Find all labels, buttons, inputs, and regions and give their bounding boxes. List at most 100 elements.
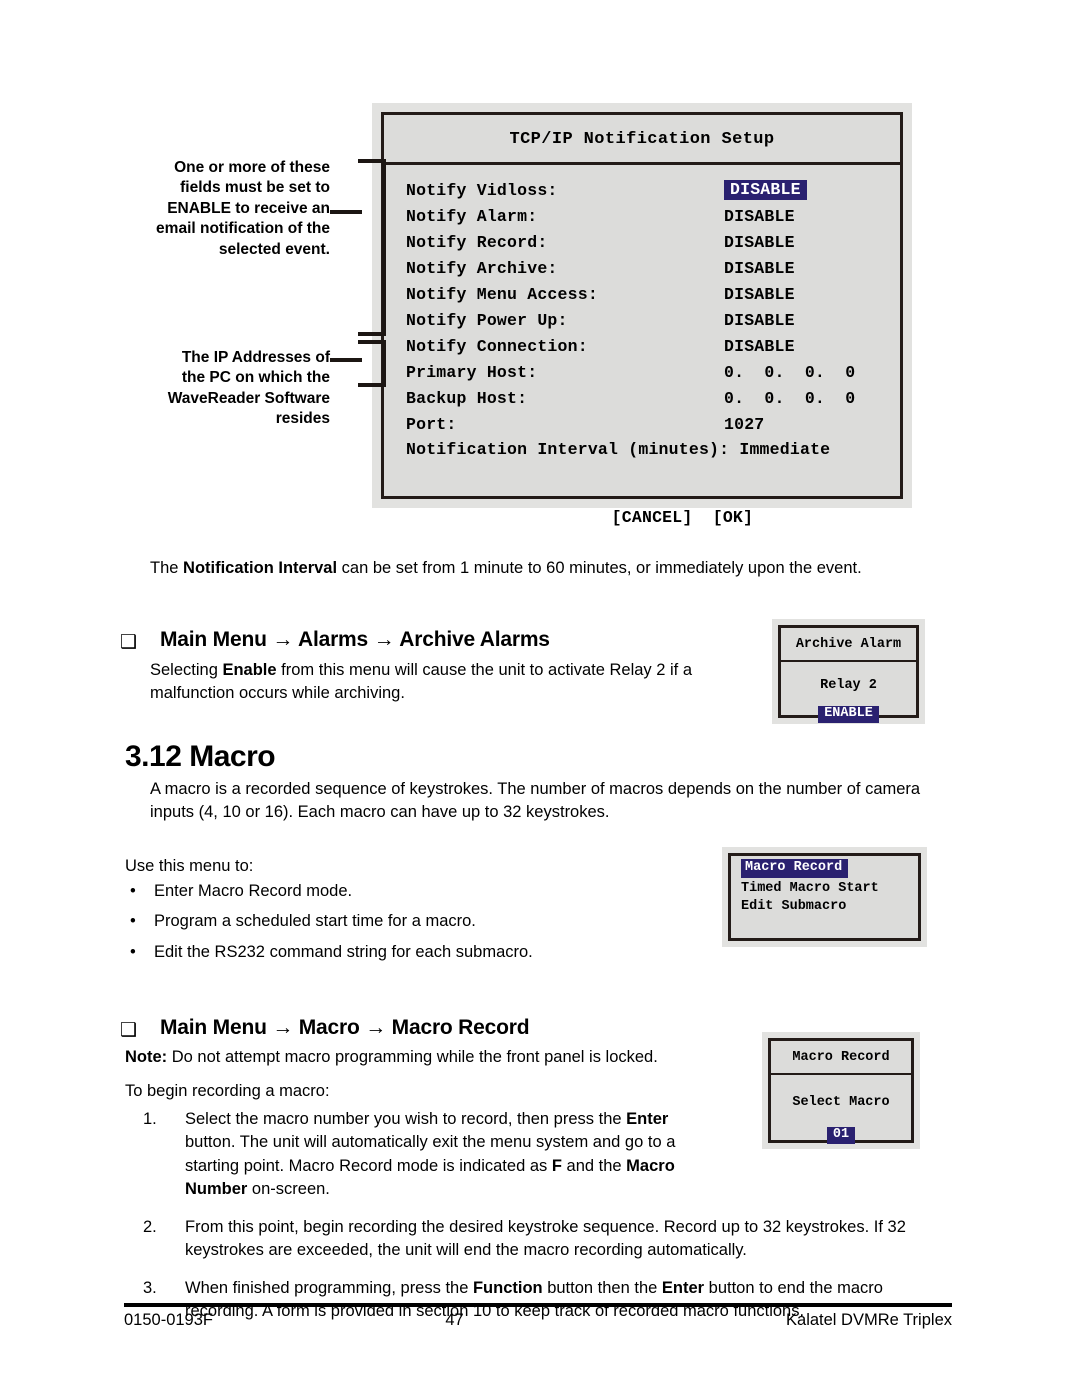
row-value[interactable]: DISABLE bbox=[724, 311, 795, 330]
callout-leader-line-ip bbox=[330, 358, 362, 362]
dialog-inner-frame: Macro Record Select Macro 01 bbox=[768, 1038, 914, 1145]
callout-ip-addresses-note: The IP Addresses of the PC on which the … bbox=[167, 349, 330, 428]
archive-alarm-dialog: Archive Alarm Relay 2 ENABLE bbox=[772, 619, 939, 738]
dialog-title: Archive Alarm bbox=[781, 628, 916, 662]
dialog-button-row: [CANCEL] [OK] bbox=[406, 489, 878, 546]
setting-row-notify-connection[interactable]: Notify Connection: DISABLE bbox=[406, 333, 878, 359]
select-macro-label: Select Macro bbox=[792, 1095, 890, 1110]
dialog-body: Macro Record Timed Macro Start Edit Subm… bbox=[731, 856, 918, 938]
note-label: Note: bbox=[125, 1048, 168, 1066]
value-highlighted[interactable]: ENABLE bbox=[818, 706, 879, 724]
dialog-inner-frame: TCP/IP Notification Setup Notify Vidloss… bbox=[381, 112, 903, 527]
row-label: Notify Archive: bbox=[406, 258, 558, 278]
text-bold-function: Function bbox=[472, 1278, 543, 1297]
text-bold-enter: Enter bbox=[626, 1110, 669, 1128]
text-pre: The bbox=[150, 559, 184, 577]
section-heading-macro: 3.12 Macro bbox=[125, 740, 276, 773]
menu-item-timed-macro-start[interactable]: Timed Macro Start bbox=[731, 881, 918, 896]
row-value[interactable]: DISABLE bbox=[724, 233, 795, 252]
dialog-inner-frame: Archive Alarm Relay 2 ENABLE bbox=[778, 625, 919, 724]
step-text-e: and the bbox=[561, 1156, 627, 1175]
menu-item-label-highlighted[interactable]: Macro Record bbox=[741, 859, 849, 879]
step-number: 3. bbox=[143, 1278, 157, 1297]
list-item: • Edit the RS232 command string for each … bbox=[125, 941, 685, 964]
cancel-button[interactable]: [CANCEL] bbox=[612, 508, 693, 527]
menu-item-macro-record[interactable]: Macro Record bbox=[731, 859, 918, 879]
bullet-icon: • bbox=[130, 882, 136, 900]
setting-row-primary-host[interactable]: Primary Host: 0. 0. 0. 0 bbox=[406, 359, 878, 385]
macro-menu-dialog: Macro Record Timed Macro Start Edit Subm… bbox=[722, 847, 941, 961]
row-label: Notify Connection: bbox=[406, 336, 588, 356]
paragraph-archive-alarms: Selecting Enable from this menu will cau… bbox=[150, 659, 710, 706]
setting-row-notify-vidloss[interactable]: Notify Vidloss: DISABLE bbox=[406, 177, 878, 203]
step-number: 2. bbox=[143, 1217, 157, 1236]
paragraph-notification-interval: The Notification Interval can be set fro… bbox=[150, 557, 940, 580]
list-item-label: Edit the RS232 command string for each s… bbox=[154, 942, 533, 961]
setting-row-notify-record[interactable]: Notify Record: DISABLE bbox=[406, 229, 878, 255]
row-value[interactable]: DISABLE bbox=[724, 259, 795, 278]
footer-product-name: Kalatel DVMRe Triplex bbox=[786, 1311, 952, 1329]
setting-row-notify-menu-access[interactable]: Notify Menu Access: DISABLE bbox=[406, 281, 878, 307]
row-value[interactable]: 0. 0. 0. 0 bbox=[724, 389, 855, 408]
callout-enable-note: One or more of these fields must be set … bbox=[156, 159, 330, 258]
note-text: Do not attempt macro programming while t… bbox=[167, 1048, 658, 1066]
list-item-step-2: 2. From this point, begin recording the d… bbox=[143, 1216, 943, 1263]
row-value[interactable]: DISABLE bbox=[724, 207, 795, 226]
step-text-c: button then the bbox=[542, 1278, 662, 1297]
dialog-inner-frame: Macro Record Timed Macro Start Edit Subm… bbox=[728, 853, 921, 941]
row-label: Notify Menu Access: bbox=[406, 284, 598, 304]
row-value[interactable]: DISABLE bbox=[724, 285, 795, 304]
page-footer: 0150-0193F 47 Kalatel DVMRe Triplex bbox=[124, 1311, 952, 1330]
button-gap bbox=[693, 508, 713, 527]
dialog-title: TCP/IP Notification Setup bbox=[384, 115, 900, 165]
paragraph-use-this-menu: Use this menu to: bbox=[125, 857, 254, 875]
list-item: • Enter Macro Record mode. bbox=[125, 880, 685, 903]
row-label: Notify Record: bbox=[406, 232, 548, 252]
bullet-icon: • bbox=[130, 912, 136, 931]
step-text-g: on-screen. bbox=[247, 1180, 330, 1199]
select-macro-dialog: Macro Record Select Macro 01 bbox=[762, 1032, 934, 1163]
dialog-body: Notify Vidloss: DISABLE Notify Alarm: DI… bbox=[384, 165, 900, 546]
dialog-body: Select Macro 01 bbox=[771, 1075, 911, 1145]
row-label: Notify Vidloss: bbox=[406, 180, 558, 200]
enable-value-row[interactable]: ENABLE bbox=[781, 706, 916, 724]
list-item-label: Enter Macro Record mode. bbox=[154, 882, 353, 900]
list-item: • Program a scheduled start time for a ma… bbox=[125, 910, 685, 933]
ok-button[interactable]: [OK] bbox=[713, 508, 753, 527]
row-label: Notify Alarm: bbox=[406, 206, 538, 226]
setting-row-notification-interval[interactable]: Notification Interval (minutes): Immedia… bbox=[406, 437, 878, 463]
heading-text: Main Menu → Alarms → Archive Alarms bbox=[160, 628, 550, 651]
tcpip-notification-setup-dialog: TCP/IP Notification Setup Notify Vidloss… bbox=[372, 103, 930, 527]
value-highlighted[interactable]: 01 bbox=[826, 1127, 856, 1145]
text-bold-enter: Enter bbox=[661, 1278, 705, 1297]
setting-row-notify-archive[interactable]: Notify Archive: DISABLE bbox=[406, 255, 878, 281]
row-label: Primary Host: bbox=[406, 362, 538, 382]
row-value[interactable]: DISABLE bbox=[724, 179, 807, 201]
menu-item-edit-submacro[interactable]: Edit Submacro bbox=[731, 899, 918, 914]
text-bold-f: F bbox=[551, 1156, 562, 1175]
text-bold-enable: Enable bbox=[222, 661, 277, 679]
row-value[interactable]: 1027 bbox=[724, 415, 764, 434]
row-value[interactable]: 0. 0. 0. 0 bbox=[724, 363, 855, 382]
setting-row-notify-power-up[interactable]: Notify Power Up: DISABLE bbox=[406, 307, 878, 333]
value-highlighted[interactable]: DISABLE bbox=[724, 179, 807, 201]
list-item-step-1: 1. Select the macro number you wish to re… bbox=[143, 1108, 715, 1202]
text-post: can be set from 1 minute to 60 minutes, … bbox=[337, 559, 862, 577]
text-bold-notification-interval: Notification Interval bbox=[183, 559, 338, 577]
list-item-label: Program a scheduled start time for a mac… bbox=[154, 912, 476, 931]
setting-row-port[interactable]: Port: 1027 bbox=[406, 411, 878, 437]
heading-text: Main Menu → Macro → Macro Record bbox=[160, 1016, 530, 1039]
setting-row-backup-host[interactable]: Backup Host: 0. 0. 0. 0 bbox=[406, 385, 878, 411]
footer-page-number: 47 bbox=[445, 1311, 464, 1329]
heading-archive-alarms: ❑ Main Menu → Alarms → Archive Alarms bbox=[120, 628, 550, 653]
paragraph-note: Note: Do not attempt macro programming w… bbox=[125, 1046, 745, 1069]
select-macro-value-row[interactable]: 01 bbox=[771, 1127, 911, 1145]
setting-row-notify-alarm[interactable]: Notify Alarm: DISABLE bbox=[406, 203, 878, 229]
text-pre: Selecting bbox=[150, 661, 223, 679]
dialog-body: Relay 2 ENABLE bbox=[781, 662, 916, 724]
step-number: 1. bbox=[143, 1110, 157, 1128]
callout-bracket-notify-fields bbox=[358, 159, 386, 336]
row-value[interactable]: DISABLE bbox=[724, 337, 795, 356]
step-text-a: When finished programming, press the bbox=[185, 1278, 473, 1297]
checkbox-square-icon: ❑ bbox=[120, 632, 137, 653]
